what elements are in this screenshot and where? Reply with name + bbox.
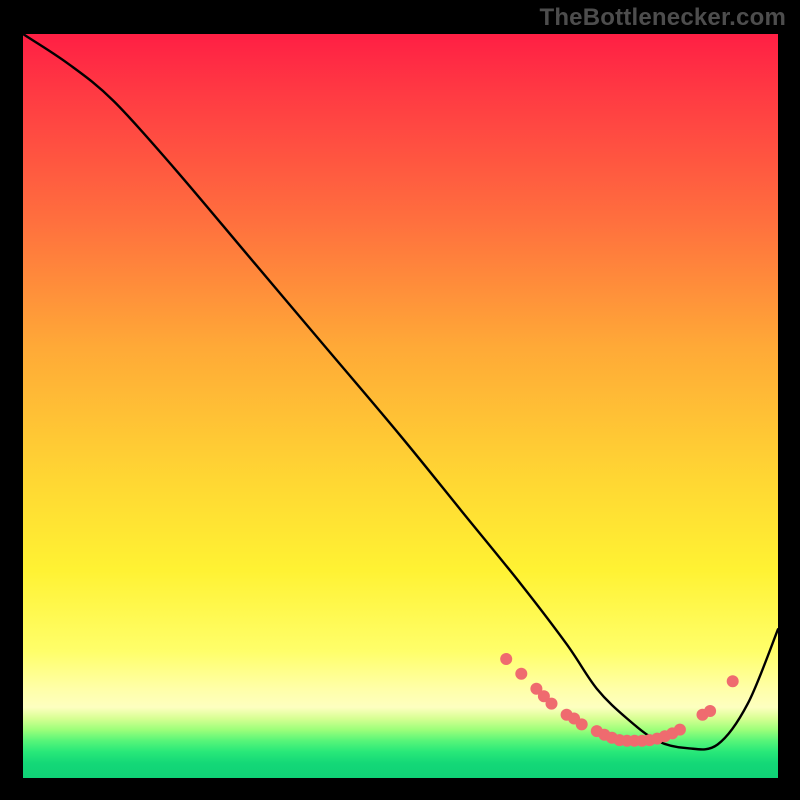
highlight-point xyxy=(500,653,512,665)
bottleneck-curve-path xyxy=(23,34,778,749)
highlight-point xyxy=(674,724,686,736)
highlight-point xyxy=(704,705,716,717)
highlight-markers xyxy=(500,653,739,747)
highlight-point xyxy=(576,718,588,730)
plot-area xyxy=(23,34,778,778)
highlight-point xyxy=(546,698,558,710)
highlight-point xyxy=(515,668,527,680)
highlight-point xyxy=(727,675,739,687)
chart-frame: TheBottlenecker.com xyxy=(0,0,800,800)
watermark-text: TheBottlenecker.com xyxy=(539,4,786,32)
chart-svg xyxy=(23,34,778,778)
